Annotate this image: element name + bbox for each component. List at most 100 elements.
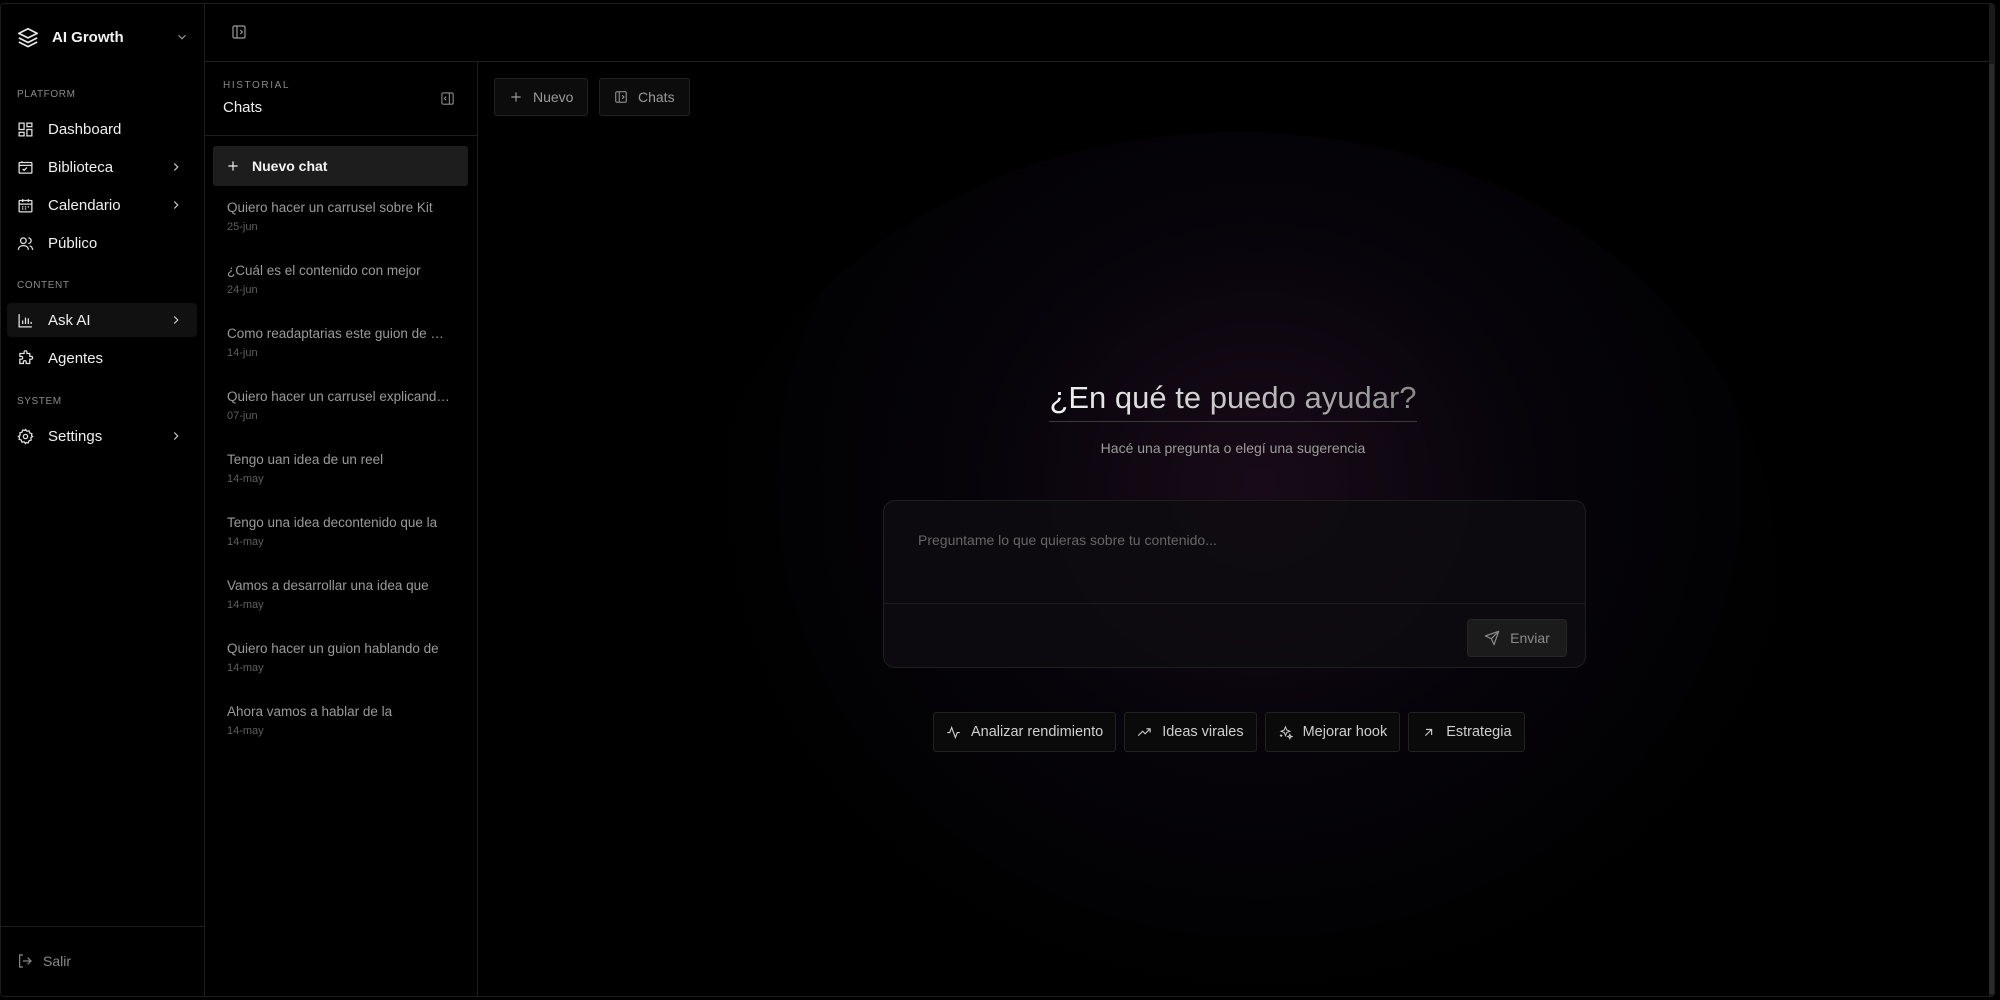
sidebar-item-label: Agentes [48,349,104,367]
chevron-right-icon [173,316,179,324]
logout-icon [19,954,32,968]
tab-nuevo[interactable]: Nuevo [494,78,589,116]
chart-icon [18,313,32,328]
logout-button[interactable]: Salir [17,953,71,969]
chat-title: Como readaptarias este guion de … [227,326,444,341]
chevron-right-icon [173,432,179,440]
sidebar-item-ask-ai[interactable]: Ask AI [7,303,197,337]
section-label-system: SYSTEM [17,396,62,407]
tab-label: Nuevo [533,89,574,105]
library-icon [18,160,33,174]
sidebar-item-label: Settings [48,427,103,445]
chat-composer: Enviar [883,500,1586,668]
list-item[interactable]: ¿Cuál es el contenido con mejor 24-jun [205,262,477,325]
list-item[interactable]: Tengo una idea decontenido que la 14-may [205,514,477,577]
plus-icon [511,92,521,102]
history-eyebrow: HISTORIAL [223,80,291,91]
sidebar-item-publico[interactable]: Público [7,226,197,260]
chat-title: Tengo una idea decontenido que la [227,515,438,530]
suggestion-label: Estrategia [1446,724,1512,740]
gear-icon [17,427,34,445]
puzzle-icon [19,349,34,364]
chat-date: 14-may [227,662,264,674]
sidebar-toggle-icon[interactable] [231,24,247,40]
panel-icon [615,91,627,103]
send-button[interactable]: Enviar [1467,619,1567,657]
chat-date: 14-may [227,536,264,548]
chat-date: 14-may [227,725,264,737]
tab-chats[interactable]: Chats [599,78,690,116]
sidebar-item-biblioteca[interactable]: Biblioteca [7,150,197,184]
chat-title: Quiero hacer un carrusel sobre Kit [227,200,433,215]
chevron-right-icon [173,163,179,171]
section-label-platform: PLATFORM [17,89,76,100]
page-title: ¿En qué te puedo ayudar? [478,380,1988,422]
suggestion-label: Ideas virales [1162,724,1244,740]
chat-date: 14-jun [227,347,258,359]
calendar-icon [18,198,33,213]
list-item[interactable]: Quiero hacer un carrusel explicand… 07-j… [205,388,477,451]
workspace-name: AI Growth [52,28,124,46]
page-title-text: ¿En qué te puedo ayudar? [1049,380,1417,422]
list-item[interactable]: Quiero hacer un guion hablando de 14-may [205,640,477,703]
section-label-content: CONTENT [17,280,70,291]
sidebar-item-label: Calendario [48,196,121,214]
history-title: Chats [223,99,263,116]
chat-title: Quiero hacer un carrusel explicand… [227,389,450,404]
suggestion-analizar-rendimiento[interactable]: Analizar rendimiento [933,712,1117,752]
chat-list: Quiero hacer un carrusel sobre Kit 25-ju… [205,199,477,766]
send-label: Enviar [1510,630,1550,646]
sidebar-item-dashboard[interactable]: Dashboard [7,112,197,146]
top-bar [205,4,1994,62]
list-item[interactable]: Vamos a desarrollar una idea que 14-may [205,577,477,640]
arrow-up-right-icon [1425,728,1433,736]
new-chat-button[interactable]: Nuevo chat [213,146,468,186]
chat-title: ¿Cuál es el contenido con mejor [227,263,421,278]
chat-title: Ahora vamos a hablar de la [227,704,393,719]
chevron-right-icon [173,201,179,209]
trending-up-icon [1138,727,1151,736]
sidebar: AI Growth PLATFORM Dashboard Biblioteca … [1,4,205,996]
history-header: HISTORIAL Chats [205,62,477,136]
sidebar-item-calendario[interactable]: Calendario [7,188,197,222]
chat-input[interactable] [884,501,1585,604]
sidebar-item-settings[interactable]: Settings [7,419,197,453]
suggestion-ideas-virales[interactable]: Ideas virales [1124,712,1257,752]
chat-history-panel: HISTORIAL Chats Nuevo chat Quiero hacer … [205,62,478,996]
dashboard-icon [18,121,33,137]
list-item[interactable]: Quiero hacer un carrusel sobre Kit 25-ju… [205,199,477,262]
workspace-switcher[interactable]: AI Growth [17,22,189,52]
scrollbar-thumb[interactable] [1989,64,1994,994]
chat-title: Quiero hacer un guion hablando de [227,641,439,656]
suggestion-label: Analizar rendimiento [971,724,1104,740]
suggestion-mejorar-hook[interactable]: Mejorar hook [1264,712,1401,752]
sparkles-icon [1279,725,1293,740]
main-content: Nuevo Chats ¿En qué te puedo ayudar? Hac… [478,62,1994,996]
list-item[interactable]: Ahora vamos a hablar de la 14-may [205,703,477,766]
sidebar-footer: Salir [1,926,205,996]
collapse-panel-icon[interactable] [440,91,455,106]
chat-date: 24-jun [227,284,258,296]
tab-label: Chats [638,89,675,105]
chat-date: 25-jun [227,221,258,233]
suggestion-label: Mejorar hook [1302,724,1388,740]
sidebar-item-label: Público [48,234,98,252]
list-item[interactable]: Como readaptarias este guion de … 14-jun [205,325,477,388]
layers-icon [18,27,38,48]
new-chat-label: Nuevo chat [252,158,328,174]
chat-title: Tengo uan idea de un reel [227,452,384,467]
sidebar-item-label: Dashboard [48,120,122,138]
sidebar-item-agentes[interactable]: Agentes [7,341,197,375]
sidebar-item-label: Biblioteca [48,158,114,176]
users-icon [17,236,34,250]
chevron-down-icon [178,34,186,40]
send-icon [1484,630,1500,646]
logout-label: Salir [43,953,72,969]
app-window: AI Growth PLATFORM Dashboard Biblioteca … [0,3,1995,997]
suggestion-estrategia[interactable]: Estrategia [1408,712,1525,752]
plus-icon [228,161,238,171]
list-item[interactable]: Tengo uan idea de un reel 14-may [205,451,477,514]
chat-date: 07-jun [227,410,258,422]
suggestion-chips: Analizar rendimiento Ideas virales Mejor… [933,712,1533,752]
chat-date: 14-may [227,473,264,485]
